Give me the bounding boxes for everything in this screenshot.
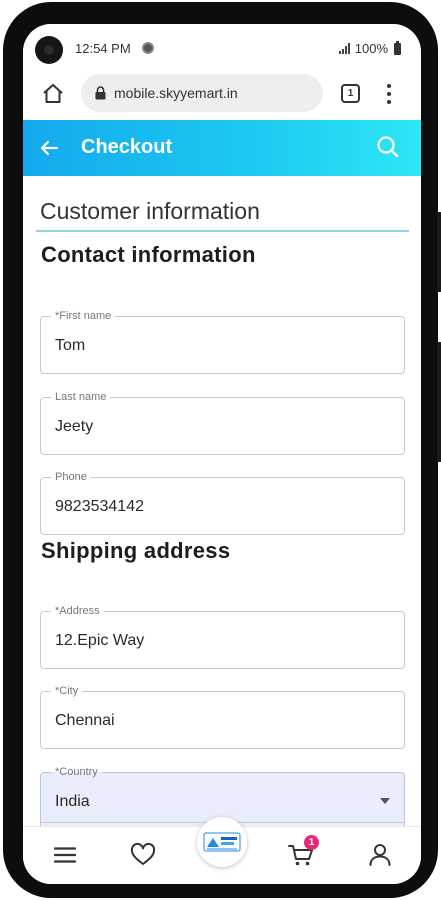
contact-heading: Contact information	[41, 242, 256, 267]
phone-value: 9823534142	[55, 498, 144, 515]
cart-count-badge: 1	[304, 835, 319, 850]
last-name-value: Jeety	[55, 418, 94, 435]
phone-label: Phone	[51, 470, 91, 484]
status-right: 100%	[338, 40, 401, 56]
heart-icon[interactable]	[129, 841, 157, 869]
logo-graphic	[203, 832, 241, 852]
phone-field[interactable]: Phone 9823534142	[40, 470, 405, 535]
lock-icon	[95, 86, 106, 100]
battery-percent: 100%	[354, 41, 388, 56]
address-field[interactable]: *Address 12.Epic Way	[40, 604, 405, 669]
first-name-field[interactable]: *First name Tom	[40, 309, 405, 374]
phone-frame: 12:54 PM 100% mobile.skyyemart.in 1 Chec…	[3, 2, 441, 898]
home-icon[interactable]	[41, 82, 65, 106]
battery-icon	[394, 40, 401, 55]
city-label: *City	[51, 684, 83, 698]
checkout-form: Customer information Contact information…	[23, 176, 421, 826]
skyyemart-logo[interactable]	[197, 817, 247, 867]
search-icon[interactable]	[375, 134, 401, 160]
status-bar: 12:54 PM 100%	[23, 24, 421, 70]
app-bar: Checkout	[23, 120, 421, 176]
country-value: India	[55, 793, 90, 810]
notification-dot-icon	[142, 42, 154, 54]
user-icon[interactable]	[366, 841, 394, 869]
city-field[interactable]: *City Chennai	[40, 684, 405, 749]
last-name-label: Last name	[51, 390, 111, 404]
power-button	[437, 342, 441, 462]
tabs-icon[interactable]: 1	[341, 84, 360, 103]
status-time: 12:54 PM	[75, 41, 131, 56]
back-arrow-icon[interactable]	[37, 136, 61, 160]
city-value: Chennai	[55, 712, 115, 729]
more-vert-icon[interactable]	[385, 82, 393, 106]
chevron-down-icon	[380, 798, 390, 804]
volume-button	[437, 212, 441, 292]
page-title: Checkout	[81, 136, 173, 158]
section-title: Customer information	[40, 198, 260, 224]
address-label: *Address	[51, 604, 104, 618]
cart-button[interactable]: 1	[287, 835, 319, 869]
bottom-nav: 1	[23, 817, 421, 884]
url-text: mobile.skyyemart.in	[114, 85, 238, 101]
shipping-heading: Shipping address	[41, 538, 231, 563]
screen: 12:54 PM 100% mobile.skyyemart.in 1 Chec…	[23, 24, 421, 884]
front-camera	[35, 36, 63, 64]
browser-toolbar: mobile.skyyemart.in 1	[23, 70, 421, 120]
signal-icon	[338, 43, 350, 54]
last-name-field[interactable]: Last name Jeety	[40, 390, 405, 455]
first-name-label: *First name	[51, 309, 116, 323]
address-bar[interactable]: mobile.skyyemart.in	[81, 74, 323, 112]
first-name-value: Tom	[55, 337, 86, 354]
section-divider	[36, 230, 409, 232]
menu-icon[interactable]	[51, 841, 79, 869]
country-label: *Country	[51, 765, 102, 779]
address-value: 12.Epic Way	[55, 632, 145, 649]
